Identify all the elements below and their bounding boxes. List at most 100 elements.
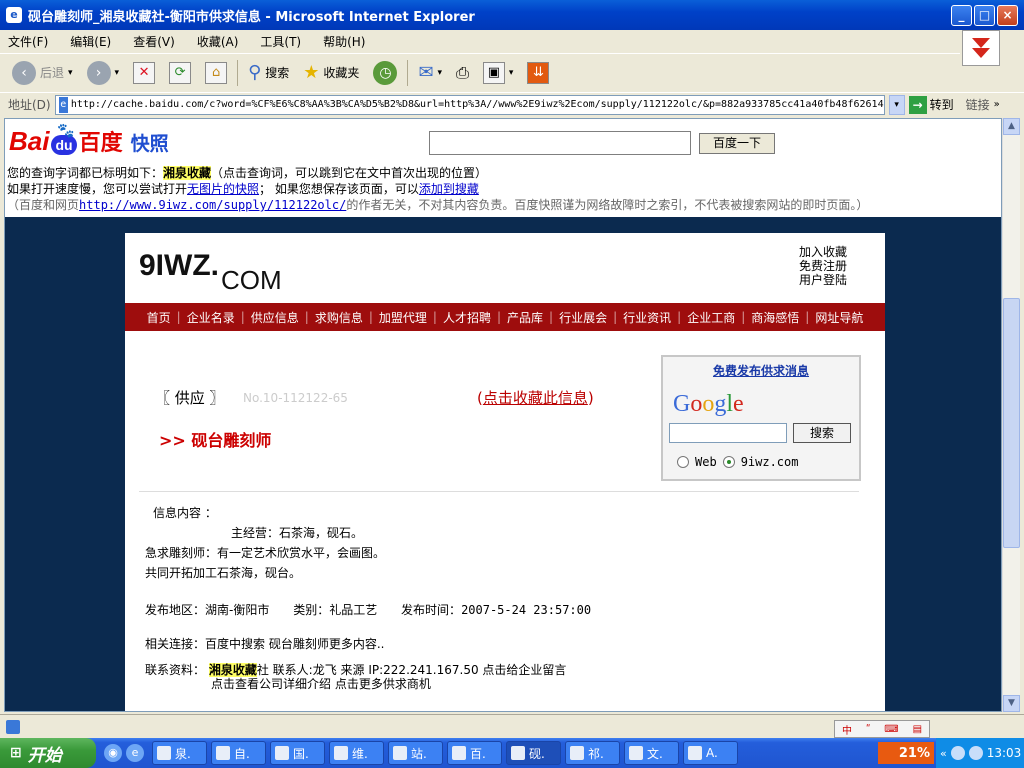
menu-tools[interactable]: 工具(T) (260, 33, 301, 50)
baidu-search-button[interactable]: 百度一下 (699, 133, 775, 154)
scroll-up-icon[interactable]: ▲ (1003, 118, 1020, 135)
taskbar-button[interactable]: 祁. (565, 741, 620, 765)
radio-web[interactable] (677, 456, 689, 468)
menu-help[interactable]: 帮助(H) (323, 33, 365, 50)
query-term[interactable]: 湘泉收藏 (163, 166, 212, 180)
window-icon (452, 746, 466, 760)
baidu-logo[interactable]: Bai 🐾 du 百度 快照 (9, 123, 169, 157)
home-button[interactable]: ⌂ (201, 58, 231, 88)
ie-quicklaunch-icon[interactable]: e (126, 744, 144, 762)
address-bar: 地址(D) e http://cache.baidu.com/c?word=%C… (0, 92, 1024, 116)
baidu-search-input[interactable] (429, 131, 691, 155)
add-to-favorites-link[interactable]: 添加到搜藏 (419, 182, 479, 196)
minimize-button[interactable]: _ (951, 5, 972, 26)
addon-icon[interactable] (962, 30, 1000, 66)
nav-item[interactable]: 产品库 (507, 309, 543, 326)
taskbar-button[interactable]: 百. (447, 741, 502, 765)
link-add-favorite[interactable]: 加入收藏 (799, 245, 847, 259)
source-url-link[interactable]: http://www.9iwz.com/supply/112122olc/ (79, 198, 346, 212)
menu-favorites[interactable]: 收藏(A) (197, 33, 239, 50)
refresh-button[interactable]: ⟳ (165, 58, 195, 88)
favorites-button[interactable]: ★ 收藏夹 (299, 58, 363, 88)
clock[interactable]: 13:03 (987, 746, 1022, 760)
network-icon[interactable] (950, 746, 965, 760)
scroll-down-icon[interactable]: ▼ (1003, 695, 1020, 712)
related-search-link[interactable]: 百度中搜索 砚台雕刻师更多内容.. (205, 637, 384, 651)
contact-name-highlight: 湘泉收藏 (208, 663, 257, 677)
ime-chinese-icon[interactable]: 中 (842, 722, 852, 737)
ime-toolbar[interactable]: 中 ʺ ⌨ ▤ (834, 720, 930, 738)
no-image-snapshot-link[interactable]: 无图片的快照 (187, 182, 259, 196)
nav-item[interactable]: 企业名录 (187, 309, 235, 326)
scroll-thumb[interactable] (1003, 298, 1020, 548)
title-bar[interactable]: e 砚台雕刻师_湘泉收藏社-衡阳市供求信息 - Microsoft Intern… (0, 0, 1024, 30)
link-register[interactable]: 免费注册 (799, 259, 847, 273)
nav-item[interactable]: 商海感悟 (751, 309, 799, 326)
taskbar-button[interactable]: 泉. (152, 741, 207, 765)
addon-button[interactable]: ⇊ (523, 58, 553, 88)
radio-site[interactable] (722, 456, 735, 468)
info-content: 信息内容 ： 主经营：石茶海，砚石。 急求雕刻师：有一定艺术欣赏水平，会画图。 … (145, 503, 385, 583)
address-input[interactable]: e http://cache.baidu.com/c?word=%CF%E6%C… (54, 94, 885, 115)
task-label: 砚. (529, 746, 545, 761)
google-search-button[interactable]: 搜索 (793, 423, 851, 443)
links-chevron-icon[interactable]: » (994, 99, 1000, 110)
print-button[interactable]: ⎙ (452, 58, 473, 88)
publish-link[interactable]: 免费发布供求消息 (663, 362, 859, 379)
maximize-button[interactable]: □ (974, 5, 995, 26)
menu-edit[interactable]: 编辑(E) (70, 33, 111, 50)
quicklaunch-icon[interactable]: ◉ (104, 744, 122, 762)
site-logo[interactable]: 9IWZ.COM (139, 249, 282, 295)
windows-logo-icon: ⊞ (10, 745, 22, 761)
taskbar-button[interactable]: 自. (211, 741, 266, 765)
taskbar-button[interactable]: A. (683, 741, 738, 765)
close-button[interactable]: × (997, 5, 1018, 26)
start-button[interactable]: ⊞ 开始 (0, 738, 96, 768)
google-search-input[interactable] (669, 423, 787, 443)
menu-view[interactable]: 查看(V) (133, 33, 175, 50)
start-label: 开始 (27, 745, 62, 766)
history-button[interactable]: ◷ (369, 58, 401, 88)
page-icon: e (58, 96, 68, 113)
task-label: 站. (411, 746, 427, 761)
taskbar-button-active[interactable]: 砚. (506, 741, 561, 765)
tray-expand-icon[interactable]: « (940, 747, 947, 760)
contact-details[interactable]: 社 联系人:龙飞 来源 IP:222.241.167.50 点击给企业留言 (257, 663, 567, 677)
nav-item[interactable]: 人才招聘 (443, 309, 491, 326)
address-dropdown-icon[interactable]: ▾ (888, 94, 905, 115)
nav-item[interactable]: 供应信息 (251, 309, 299, 326)
back-button[interactable]: ‹ 后退 ▾ (8, 58, 77, 88)
taskbar-button[interactable]: 文. (624, 741, 679, 765)
nav-item[interactable]: 行业资讯 (623, 309, 671, 326)
ime-keyboard-icon[interactable]: ⌨ (884, 724, 898, 735)
menu-file[interactable]: 文件(F) (8, 33, 48, 50)
contact-more-links[interactable]: 点击查看公司详细介绍 点击更多供求商机 (145, 677, 566, 691)
volume-icon[interactable] (968, 746, 983, 760)
link-login[interactable]: 用户登陆 (799, 273, 847, 287)
taskbar-button[interactable]: 维. (329, 741, 384, 765)
stop-button[interactable]: ✕ (129, 58, 159, 88)
address-label: 地址(D) (8, 98, 51, 112)
nav-item[interactable]: 行业展会 (559, 309, 607, 326)
go-button[interactable]: → 转到 (908, 95, 954, 114)
nav-item[interactable]: 加盟代理 (379, 309, 427, 326)
taskbar-button[interactable]: 站. (388, 741, 443, 765)
nav-item[interactable]: 求购信息 (315, 309, 363, 326)
forward-button[interactable]: › ▾ (83, 58, 124, 88)
nav-item[interactable]: 网址导航 (815, 309, 863, 326)
search-button[interactable]: ⚲ 搜索 (244, 58, 293, 88)
history-icon: ◷ (373, 60, 398, 85)
taskbar-button[interactable]: 国. (270, 741, 325, 765)
favorite-info-link[interactable]: 点击收藏此信息 (483, 389, 588, 407)
links-label[interactable]: 链接 (966, 96, 990, 113)
mail-button[interactable]: ✉ ▾ (414, 58, 446, 88)
vertical-scrollbar[interactable]: ▲ ▼ (1002, 118, 1020, 712)
nav-item[interactable]: 企业工商 (687, 309, 735, 326)
nav-item[interactable]: 首页 (147, 309, 171, 326)
battery-indicator[interactable]: 21% (878, 742, 934, 764)
related-links: 相关连接：百度中搜索 砚台雕刻师更多内容.. (145, 635, 384, 652)
ime-punct-icon[interactable]: ʺ (866, 724, 871, 735)
ime-menu-icon[interactable]: ▤ (913, 724, 922, 735)
task-label: 百. (470, 746, 486, 761)
edit-button[interactable]: ▣ ▾ (479, 58, 518, 88)
